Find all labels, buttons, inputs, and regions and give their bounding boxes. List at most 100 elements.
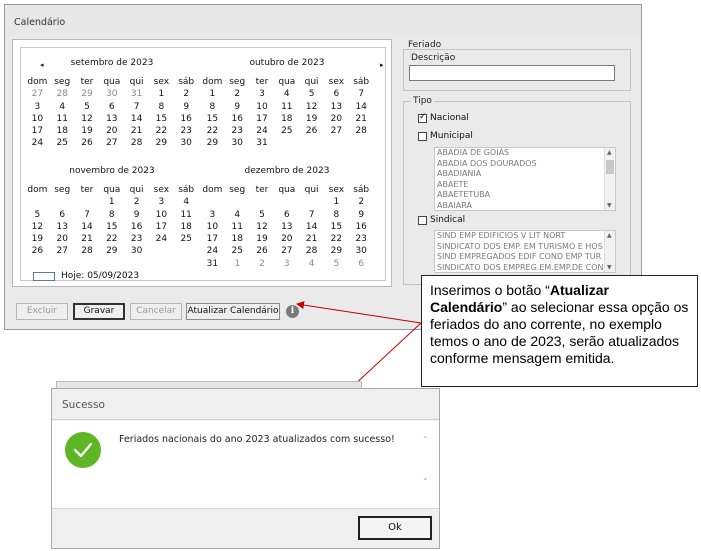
day-cell[interactable]: 26 — [250, 245, 275, 257]
day-cell[interactable]: 19 — [299, 113, 324, 125]
day-cell[interactable]: 4 — [299, 258, 324, 270]
list-item[interactable]: SINDICATO DOS EMPREG.EM.EMP.DE CON — [435, 263, 615, 272]
cancelar-button[interactable]: Cancelar — [130, 303, 182, 320]
day-cell[interactable]: 5 — [299, 88, 324, 100]
day-cell[interactable]: 4 — [50, 101, 75, 113]
day-cell[interactable]: 25 — [50, 137, 75, 149]
day-cell[interactable]: 21 — [349, 113, 374, 125]
day-cell[interactable]: 30 — [174, 137, 199, 149]
day-cell[interactable]: 3 — [250, 88, 275, 100]
day-cell[interactable]: 25 — [174, 233, 199, 245]
ok-button[interactable]: Ok — [358, 516, 432, 540]
dialog-scrollbar[interactable]: ⌃ ⌄ — [420, 435, 432, 495]
day-cell[interactable]: 30 — [124, 245, 149, 257]
day-cell[interactable]: 6 — [324, 88, 349, 100]
day-cell[interactable]: 7 — [124, 101, 149, 113]
day-cell[interactable]: 20 — [274, 233, 299, 245]
day-cell[interactable]: 27 — [324, 125, 349, 137]
day-cell[interactable]: 11 — [174, 209, 199, 221]
day-cell[interactable]: 29 — [324, 245, 349, 257]
day-cell[interactable]: 22 — [149, 125, 174, 137]
day-cell[interactable]: 25 — [274, 125, 299, 137]
list-item[interactable]: ABADIANIA — [435, 169, 615, 180]
gravar-button[interactable]: Gravar — [73, 303, 125, 320]
calendar-widget[interactable]: ◂ ▸ setembro de 2023 dom seg ter qua qui sex s… — [20, 47, 386, 281]
day-cell[interactable]: 9 — [225, 101, 250, 113]
day-cell[interactable]: 7 — [299, 209, 324, 221]
excluir-button[interactable]: Excluir — [16, 303, 68, 320]
day-cell[interactable]: 10 — [200, 221, 225, 233]
day-cell[interactable]: 1 — [225, 258, 250, 270]
day-cell[interactable]: 16 — [124, 221, 149, 233]
day-cell[interactable]: 19 — [250, 233, 275, 245]
day-cell[interactable]: 4 — [174, 196, 199, 208]
day-cell[interactable]: 26 — [25, 245, 50, 257]
scroll-up-icon[interactable]: ⌃ — [422, 435, 429, 444]
info-icon[interactable]: i — [286, 305, 299, 318]
day-cell[interactable]: 6 — [349, 258, 374, 270]
day-cell[interactable]: 3 — [25, 101, 50, 113]
day-cell[interactable]: 24 — [250, 125, 275, 137]
day-cell[interactable]: 11 — [50, 113, 75, 125]
day-cell[interactable]: 1 — [99, 196, 124, 208]
day-cell[interactable]: 30 — [99, 88, 124, 100]
scroll-up-icon[interactable]: ▲ — [607, 232, 612, 239]
next-month-arrow-icon[interactable]: ▸ — [380, 61, 384, 69]
day-cell[interactable]: 24 — [200, 245, 225, 257]
day-cell[interactable]: 19 — [75, 125, 100, 137]
day-cell[interactable]: 19 — [25, 233, 50, 245]
day-cell[interactable]: 23 — [225, 125, 250, 137]
today-label[interactable]: Hoje: 05/09/2023 — [61, 271, 139, 281]
day-cell[interactable]: 3 — [274, 258, 299, 270]
day-cell[interactable]: 24 — [25, 137, 50, 149]
list-item[interactable]: SINDICATO DOS EMP. EM TURISMO E HOS — [435, 242, 615, 253]
day-cell[interactable]: 29 — [149, 137, 174, 149]
sindical-list[interactable]: SIND EMP EDIFICIOS V LIT NORT SINDICATO D… — [434, 230, 616, 273]
scroll-up-icon[interactable]: ▲ — [607, 149, 612, 156]
day-cell[interactable]: 15 — [99, 221, 124, 233]
day-cell[interactable]: 30 — [225, 137, 250, 149]
day-cell[interactable]: 8 — [99, 209, 124, 221]
day-cell[interactable]: 9 — [174, 101, 199, 113]
day-cell[interactable]: 12 — [75, 113, 100, 125]
day-cell[interactable]: 20 — [324, 113, 349, 125]
day-cell[interactable]: 17 — [200, 233, 225, 245]
list-item[interactable]: SIND EMPREGADOS EDIF COND EMP TUR I — [435, 252, 615, 263]
day-cell[interactable]: 28 — [50, 88, 75, 100]
day-cell[interactable]: 23 — [349, 233, 374, 245]
scroll-down-icon[interactable]: ⌄ — [422, 473, 429, 482]
municipal-list[interactable]: ABADIA DE GOIÁS ABADIA DOS DOURADOS ABADIA… — [434, 147, 616, 211]
day-cell[interactable]: 5 — [324, 258, 349, 270]
day-cell[interactable]: 20 — [50, 233, 75, 245]
day-cell[interactable]: 17 — [250, 113, 275, 125]
day-cell[interactable]: 14 — [299, 221, 324, 233]
day-cell[interactable]: 31 — [124, 88, 149, 100]
day-cell[interactable]: 31 — [200, 258, 225, 270]
day-cell[interactable]: 10 — [149, 209, 174, 221]
municipal-list-scrollbar[interactable]: ▲ ▼ — [604, 148, 615, 210]
day-cell[interactable]: 11 — [274, 101, 299, 113]
day-cell[interactable]: 7 — [75, 209, 100, 221]
day-cell[interactable]: 5 — [25, 209, 50, 221]
day-cell[interactable]: 5 — [250, 209, 275, 221]
atualizar-calendario-button[interactable]: Atualizar Calendário — [186, 303, 280, 320]
day-cell[interactable]: 29 — [99, 245, 124, 257]
day-cell[interactable]: 27 — [25, 88, 50, 100]
day-cell[interactable]: 10 — [25, 113, 50, 125]
day-cell[interactable]: 12 — [299, 101, 324, 113]
day-cell[interactable]: 14 — [349, 101, 374, 113]
day-cell[interactable]: 8 — [149, 101, 174, 113]
day-cell[interactable]: 28 — [349, 125, 374, 137]
day-cell[interactable]: 17 — [149, 221, 174, 233]
day-cell[interactable]: 4 — [225, 209, 250, 221]
day-cell[interactable]: 13 — [99, 113, 124, 125]
day-cell[interactable]: 13 — [324, 101, 349, 113]
day-cell-today[interactable]: 5 — [75, 99, 100, 115]
day-cell[interactable]: 11 — [225, 221, 250, 233]
day-cell[interactable]: 18 — [174, 221, 199, 233]
day-cell[interactable]: 14 — [124, 113, 149, 125]
scroll-down-icon[interactable]: ▼ — [607, 202, 612, 209]
day-cell[interactable]: 22 — [200, 125, 225, 137]
day-cell[interactable]: 28 — [124, 137, 149, 149]
day-cell[interactable]: 13 — [274, 221, 299, 233]
